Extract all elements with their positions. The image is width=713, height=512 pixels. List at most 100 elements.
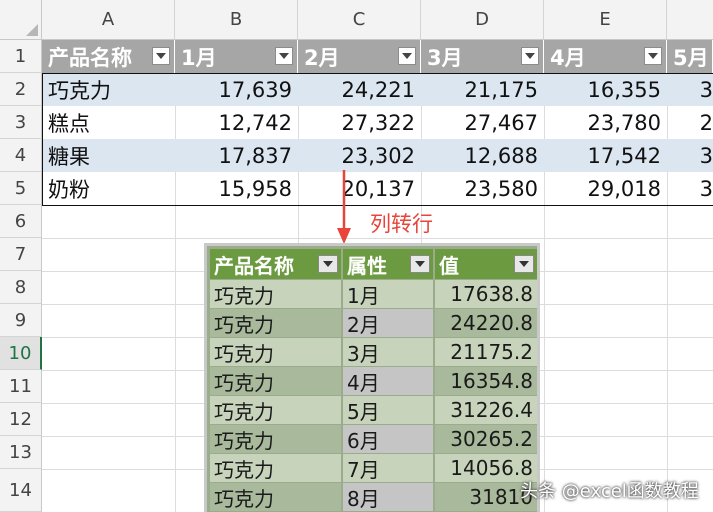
row-header[interactable]: 8 (0, 271, 42, 304)
table-cell[interactable]: 7月 (343, 454, 433, 482)
table-cell[interactable]: 27,322 (298, 106, 421, 139)
table-cell[interactable]: 27,467 (421, 106, 544, 139)
table-cell[interactable]: 3月 (343, 338, 433, 366)
table-cell[interactable]: 5月 (343, 396, 433, 424)
table-cell[interactable]: 巧克力 (210, 483, 341, 511)
header-label: 3月 (427, 45, 463, 70)
table-cell[interactable]: 31226.4 (435, 396, 537, 424)
header-label: 1月 (181, 45, 217, 70)
table-cell[interactable]: 21,175 (421, 73, 544, 106)
table-cell[interactable]: 20,137 (298, 172, 421, 205)
table-cell[interactable]: 巧克力 (210, 280, 341, 308)
table-cell[interactable]: 24220.8 (435, 309, 537, 337)
table-cell[interactable]: 24,221 (298, 73, 421, 106)
result-header-cell[interactable]: 产品名称 (210, 249, 341, 279)
table-cell[interactable]: 16,355 (544, 73, 667, 106)
row-header[interactable]: 9 (0, 304, 42, 337)
table-cell[interactable]: 4月 (343, 367, 433, 395)
table-cell[interactable]: 巧克力 (210, 338, 341, 366)
table-cell[interactable]: 23,780 (544, 106, 667, 139)
gridline (42, 205, 713, 206)
column-header-a[interactable]: A (42, 0, 175, 40)
select-all-corner[interactable] (0, 0, 42, 40)
table-cell[interactable]: 8月 (343, 483, 433, 511)
table-cell[interactable]: 巧克力 (210, 309, 341, 337)
annotation-label: 列转行 (370, 212, 433, 236)
table-cell[interactable]: 巧克力 (210, 396, 341, 424)
filter-dropdown-icon[interactable] (275, 47, 293, 65)
table-cell[interactable]: 糕点 (42, 106, 175, 139)
row-header[interactable]: 7 (0, 238, 42, 271)
filter-dropdown-icon[interactable] (521, 47, 539, 65)
table-cell[interactable]: 6月 (343, 425, 433, 453)
table-cell[interactable]: 17638.8 (435, 280, 537, 308)
row-header-selected[interactable]: 10 (0, 337, 42, 370)
source-header-cell[interactable]: 3月 (421, 40, 544, 73)
row-header[interactable]: 12 (0, 403, 42, 436)
table-cell[interactable]: 奶粉 (42, 172, 175, 205)
filter-dropdown-icon[interactable] (410, 255, 430, 273)
column-header-e[interactable]: E (544, 0, 667, 40)
table-cell[interactable]: 巧克力 (42, 73, 175, 106)
table-cell[interactable]: 17,639 (175, 73, 298, 106)
row-header[interactable]: 5 (0, 172, 42, 205)
table-cell[interactable]: 17,837 (175, 139, 298, 172)
table-cell[interactable]: 糖果 (42, 139, 175, 172)
header-label: 4月 (550, 45, 586, 70)
result-table-image: 产品名称 属性 值 巧克力 1月 17638.8 巧克力 2月 24220.8 … (204, 243, 540, 512)
filter-dropdown-icon[interactable] (644, 47, 662, 65)
header-label: 产品名称 (214, 253, 294, 278)
row-header[interactable]: 3 (0, 106, 42, 139)
table-cell[interactable]: 21175.2 (435, 338, 537, 366)
table-cell[interactable]: 巧克力 (210, 454, 341, 482)
source-header-cell[interactable]: 4月 (544, 40, 667, 73)
filter-dropdown-icon[interactable] (514, 255, 534, 273)
table-cell[interactable]: 3 (667, 139, 713, 172)
filter-dropdown-icon[interactable] (152, 47, 170, 65)
result-header-cell[interactable]: 属性 (343, 249, 433, 279)
table-cell[interactable]: 30265.2 (435, 425, 537, 453)
column-header-b[interactable]: B (175, 0, 298, 40)
header-label: 5月 (673, 45, 709, 70)
table-cell[interactable]: 16354.8 (435, 367, 537, 395)
row-header[interactable]: 14 (0, 469, 42, 512)
filter-dropdown-icon[interactable] (398, 47, 416, 65)
arrow-down-icon (337, 170, 351, 244)
column-header-f[interactable] (667, 0, 713, 40)
table-cell[interactable]: 巧克力 (210, 425, 341, 453)
table-cell[interactable]: 3 (667, 73, 713, 106)
table-cell[interactable]: 巧克力 (210, 367, 341, 395)
row-header[interactable]: 4 (0, 139, 42, 172)
table-cell[interactable]: 29,018 (544, 172, 667, 205)
table-cell[interactable]: 1月 (343, 280, 433, 308)
row-header[interactable]: 6 (0, 205, 42, 238)
table-cell[interactable]: 17,542 (544, 139, 667, 172)
table-cell[interactable]: 2 (667, 106, 713, 139)
header-label: 值 (439, 253, 459, 278)
table-cell[interactable]: 12,688 (421, 139, 544, 172)
table-cell[interactable]: 15,958 (175, 172, 298, 205)
row-header[interactable]: 13 (0, 436, 42, 469)
table-cell[interactable]: 2月 (343, 309, 433, 337)
source-header-cell[interactable]: 1月 (175, 40, 298, 73)
watermark: 头条 @excel函数教程 (520, 481, 699, 502)
header-label: 2月 (304, 45, 340, 70)
table-cell[interactable]: 23,302 (298, 139, 421, 172)
filter-dropdown-icon[interactable] (318, 255, 338, 273)
spreadsheet: A B C D E 1 2 3 4 5 6 7 8 9 10 11 12 13 … (0, 0, 713, 512)
table-cell[interactable]: 12,742 (175, 106, 298, 139)
table-cell[interactable]: 3 (667, 172, 713, 205)
result-header-cell[interactable]: 值 (435, 249, 537, 279)
header-label: 属性 (347, 253, 387, 278)
source-header-cell[interactable]: 2月 (298, 40, 421, 73)
row-header[interactable]: 11 (0, 370, 42, 403)
row-header[interactable]: 2 (0, 73, 42, 106)
gridline (42, 238, 713, 239)
column-header-c[interactable]: C (298, 0, 421, 40)
header-label: 产品名称 (48, 45, 132, 70)
source-header-cell[interactable]: 5月 (667, 40, 713, 73)
row-header[interactable]: 1 (0, 40, 42, 73)
column-header-d[interactable]: D (421, 0, 544, 40)
table-cell[interactable]: 23,580 (421, 172, 544, 205)
source-header-cell[interactable]: 产品名称 (42, 40, 175, 73)
